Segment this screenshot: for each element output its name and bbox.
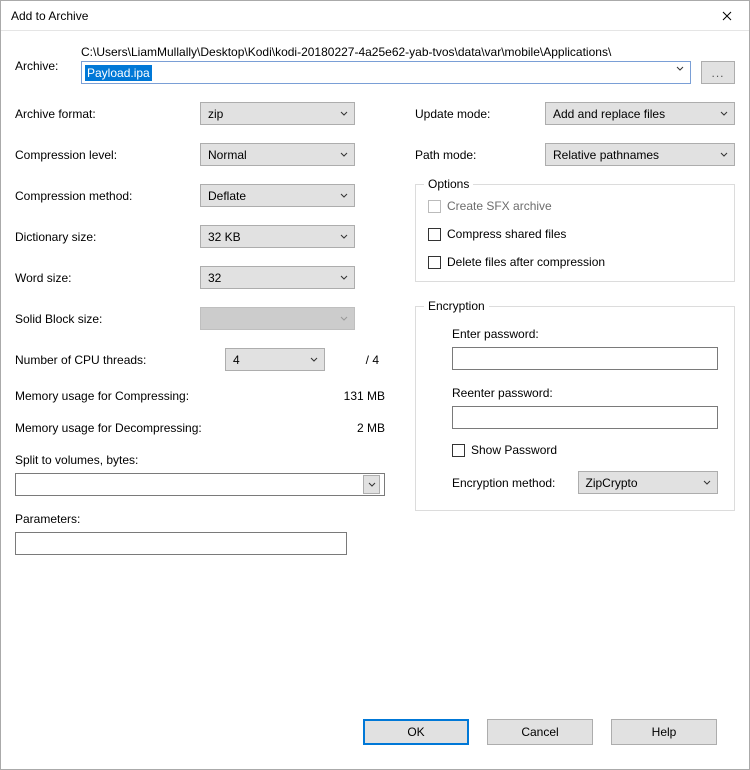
split-volumes-combo[interactable] (15, 473, 385, 496)
cancel-button-label: Cancel (521, 725, 558, 739)
reenter-password-input[interactable] (452, 406, 718, 429)
word-size-label: Word size: (15, 271, 200, 285)
archive-format-label: Archive format: (15, 107, 200, 121)
chevron-down-icon (340, 111, 348, 117)
show-password-label: Show Password (471, 443, 557, 457)
chevron-down-icon (368, 482, 376, 488)
chevron-down-icon (340, 152, 348, 158)
close-icon (722, 11, 732, 21)
browse-button-label: ... (711, 66, 724, 80)
split-volumes-label: Split to volumes, bytes: (15, 453, 385, 467)
archive-row: Archive: C:\Users\LiamMullally\Desktop\K… (15, 45, 735, 84)
chevron-down-icon (720, 111, 728, 117)
encryption-legend: Encryption (424, 299, 489, 313)
solid-block-size-label: Solid Block size: (15, 312, 200, 326)
split-volumes-dropdown-button[interactable] (363, 475, 380, 494)
compression-method-value: Deflate (208, 189, 246, 203)
parameters-input[interactable] (15, 532, 347, 555)
dialog-window: Add to Archive Archive: C:\Users\LiamMul… (0, 0, 750, 770)
word-size-select[interactable]: 32 (200, 266, 355, 289)
archive-format-select[interactable]: zip (200, 102, 355, 125)
parameters-label: Parameters: (15, 512, 385, 526)
path-mode-label: Path mode: (415, 148, 545, 162)
path-mode-select[interactable]: Relative pathnames (545, 143, 735, 166)
compress-shared-label: Compress shared files (447, 227, 566, 241)
archive-filename-value: Payload.ipa (85, 65, 152, 81)
help-button[interactable]: Help (611, 719, 717, 745)
memory-decompress-label: Memory usage for Decompressing: (15, 421, 202, 435)
chevron-down-icon (703, 480, 711, 486)
enter-password-input[interactable] (452, 347, 718, 370)
show-password-checkbox[interactable] (452, 444, 465, 457)
compression-method-label: Compression method: (15, 189, 200, 203)
update-mode-value: Add and replace files (553, 107, 665, 121)
button-row: OK Cancel Help (15, 707, 735, 761)
encryption-group: Encryption Enter password: Reenter passw… (415, 306, 735, 511)
window-title: Add to Archive (11, 9, 88, 23)
right-column: Update mode: Add and replace files Path … (415, 102, 735, 707)
delete-after-label: Delete files after compression (447, 255, 605, 269)
solid-block-size-select (200, 307, 355, 330)
dictionary-size-label: Dictionary size: (15, 230, 200, 244)
compression-level-select[interactable]: Normal (200, 143, 355, 166)
cpu-threads-label: Number of CPU threads: (15, 353, 225, 367)
word-size-value: 32 (208, 271, 221, 285)
create-sfx-checkbox (428, 200, 441, 213)
archive-path-column: C:\Users\LiamMullally\Desktop\Kodi\kodi-… (81, 45, 735, 84)
compress-shared-checkbox[interactable] (428, 228, 441, 241)
archive-filename-row: Payload.ipa ... (81, 61, 735, 84)
chevron-down-icon (340, 275, 348, 281)
update-mode-label: Update mode: (415, 107, 545, 121)
chevron-down-icon (340, 234, 348, 240)
chevron-down-icon (720, 152, 728, 158)
help-button-label: Help (652, 725, 677, 739)
archive-filename-combo[interactable]: Payload.ipa (81, 61, 691, 84)
memory-decompress-value: 2 MB (357, 421, 385, 435)
ok-button[interactable]: OK (363, 719, 469, 745)
cpu-threads-total: / 4 (366, 353, 385, 367)
title-bar: Add to Archive (1, 1, 749, 31)
chevron-down-icon (310, 357, 318, 363)
path-mode-value: Relative pathnames (553, 148, 659, 162)
memory-compress-value: 131 MB (344, 389, 385, 403)
create-sfx-label: Create SFX archive (447, 199, 552, 213)
memory-compress-label: Memory usage for Compressing: (15, 389, 189, 403)
archive-label: Archive: (15, 45, 81, 73)
encryption-method-value: ZipCrypto (586, 476, 638, 490)
encryption-method-label: Encryption method: (452, 476, 578, 490)
dialog-content: Archive: C:\Users\LiamMullally\Desktop\K… (1, 31, 749, 769)
delete-after-checkbox[interactable] (428, 256, 441, 269)
encryption-method-select[interactable]: ZipCrypto (578, 471, 719, 494)
chevron-down-icon (676, 66, 684, 72)
dictionary-size-value: 32 KB (208, 230, 241, 244)
left-column: Archive format: zip Compression level: N… (15, 102, 385, 707)
compression-method-select[interactable]: Deflate (200, 184, 355, 207)
enter-password-label: Enter password: (452, 327, 722, 341)
columns: Archive format: zip Compression level: N… (15, 102, 735, 707)
cpu-threads-select[interactable]: 4 (225, 348, 325, 371)
close-button[interactable] (704, 1, 749, 31)
cpu-threads-value: 4 (233, 353, 240, 367)
ok-button-label: OK (407, 725, 424, 739)
dictionary-size-select[interactable]: 32 KB (200, 225, 355, 248)
options-legend: Options (424, 177, 473, 191)
compression-level-value: Normal (208, 148, 247, 162)
archive-path-text: C:\Users\LiamMullally\Desktop\Kodi\kodi-… (81, 45, 735, 59)
cancel-button[interactable]: Cancel (487, 719, 593, 745)
reenter-password-label: Reenter password: (452, 386, 722, 400)
compression-level-label: Compression level: (15, 148, 200, 162)
chevron-down-icon (340, 316, 348, 322)
browse-button[interactable]: ... (701, 61, 735, 84)
update-mode-select[interactable]: Add and replace files (545, 102, 735, 125)
options-group: Options Create SFX archive Compress shar… (415, 184, 735, 282)
chevron-down-icon (340, 193, 348, 199)
archive-format-value: zip (208, 107, 223, 121)
